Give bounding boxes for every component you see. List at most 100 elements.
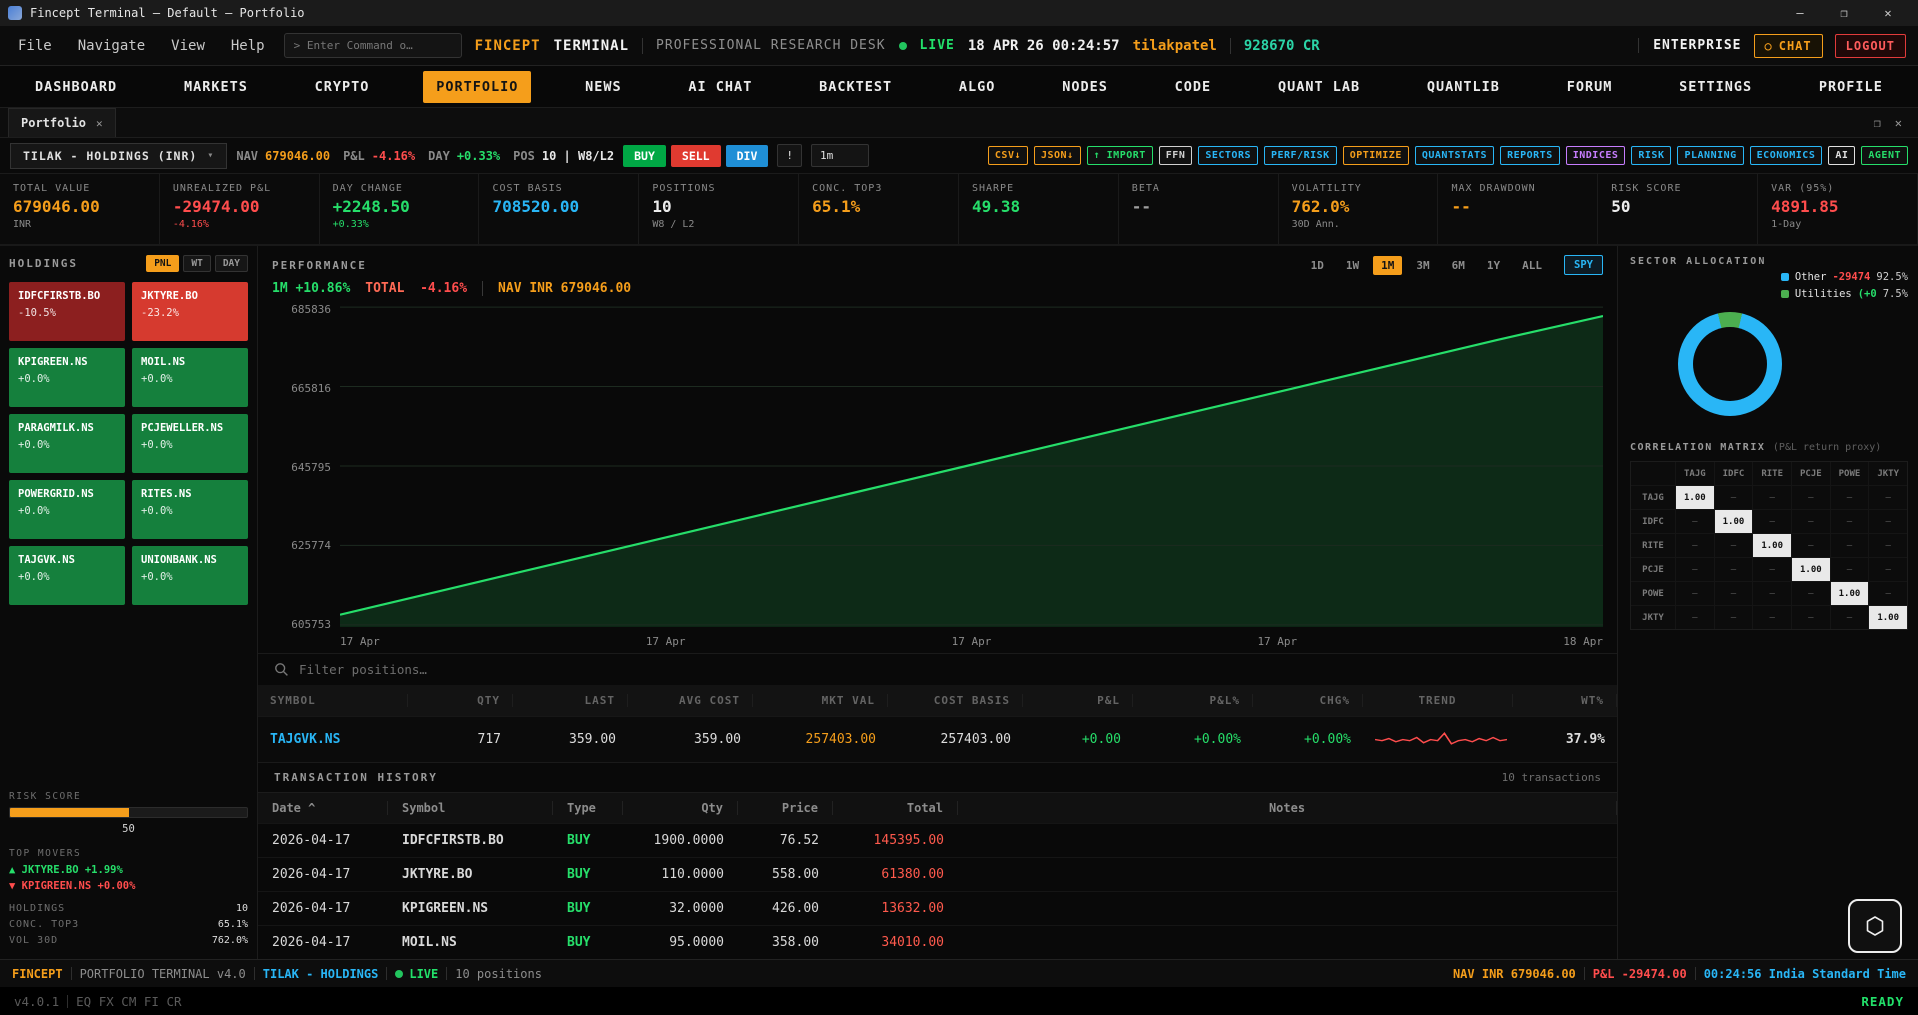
chat-button[interactable]: ○ CHAT xyxy=(1754,34,1823,58)
timeframe-1d[interactable]: 1D xyxy=(1303,256,1332,275)
transactions-col-date[interactable]: Date ^ xyxy=(258,801,388,815)
logout-button[interactable]: LOGOUT xyxy=(1835,34,1906,58)
tabbar-close-icon[interactable]: ✕ xyxy=(1895,116,1902,130)
menu-view[interactable]: View xyxy=(165,34,211,58)
positions-col-cost-basis[interactable]: COST BASIS xyxy=(888,694,1023,707)
sell-button[interactable]: SELL xyxy=(671,145,721,167)
close-icon[interactable]: ✕ xyxy=(1866,0,1910,26)
timeframe-1y[interactable]: 1Y xyxy=(1479,256,1508,275)
menu-help[interactable]: Help xyxy=(225,34,271,58)
menu-navigate[interactable]: Navigate xyxy=(72,34,151,58)
nav-tab-news[interactable]: NEWS xyxy=(572,71,635,103)
chip-sectors[interactable]: SECTORS xyxy=(1198,146,1258,165)
positions-col-chg[interactable]: CHG% xyxy=(1253,694,1363,707)
holding-tile-pcjeweller-ns[interactable]: PCJEWELLER.NS+0.0% xyxy=(132,414,248,473)
holding-tile-rites-ns[interactable]: RITES.NS+0.0% xyxy=(132,480,248,539)
tab-portfolio[interactable]: Portfolio ✕ xyxy=(8,108,116,137)
div-button[interactable]: DIV xyxy=(726,145,769,167)
tab-close-icon[interactable]: ✕ xyxy=(96,117,103,130)
nav-tab-nodes[interactable]: NODES xyxy=(1049,71,1121,103)
positions-col-last[interactable]: LAST xyxy=(513,694,628,707)
chip-optimize[interactable]: OPTIMIZE xyxy=(1343,146,1409,165)
nav-tab-quant-lab[interactable]: QUANT LAB xyxy=(1265,71,1373,103)
chip-ai[interactable]: AI xyxy=(1828,146,1855,165)
corr-cell-idfc-tajg: – xyxy=(1676,510,1714,533)
timeframe-1w[interactable]: 1W xyxy=(1338,256,1367,275)
nav-tab-markets[interactable]: MARKETS xyxy=(171,71,261,103)
portfolio-select-label: TILAK - HOLDINGS (INR) xyxy=(23,149,197,163)
menu-file[interactable]: File xyxy=(12,34,58,58)
holding-tile-paragmilk-ns[interactable]: PARAGMILK.NS+0.0% xyxy=(9,414,125,473)
transactions-col-price[interactable]: Price xyxy=(738,801,833,815)
chip-risk[interactable]: RISK xyxy=(1631,146,1671,165)
transactions-col-notes[interactable]: Notes xyxy=(958,801,1617,815)
chip-json[interactable]: JSON↓ xyxy=(1034,146,1081,165)
nav-tab-backtest[interactable]: BACKTEST xyxy=(806,71,905,103)
transactions-col-qty[interactable]: Qty xyxy=(623,801,738,815)
transactions-col-type[interactable]: Type xyxy=(553,801,623,815)
holding-tile-kpigreen-ns[interactable]: KPIGREEN.NS+0.0% xyxy=(9,348,125,407)
positions-col-wt[interactable]: WT% xyxy=(1513,694,1617,707)
chip-import[interactable]: ↑ IMPORT xyxy=(1087,146,1153,165)
positions-col-trend[interactable]: TREND xyxy=(1363,694,1513,707)
chip-csv[interactable]: CSV↓ xyxy=(988,146,1028,165)
holding-tile-moil-ns[interactable]: MOIL.NS+0.0% xyxy=(132,348,248,407)
nav-tab-quantlib[interactable]: QUANTLIB xyxy=(1414,71,1513,103)
positions-col-p-l[interactable]: P&L xyxy=(1023,694,1133,707)
nav-tab-profile[interactable]: PROFILE xyxy=(1806,71,1896,103)
maximize-icon[interactable]: ❐ xyxy=(1822,0,1866,26)
chip-planning[interactable]: PLANNING xyxy=(1677,146,1743,165)
alert-button[interactable]: ! xyxy=(777,144,802,167)
timeframe-3m[interactable]: 3M xyxy=(1408,256,1437,275)
holdings-mode-day[interactable]: DAY xyxy=(215,255,248,272)
holdings-mode-wt[interactable]: WT xyxy=(183,255,210,272)
positions-filter-input[interactable] xyxy=(299,662,1601,677)
holding-tile-jktyre-bo[interactable]: JKTYRE.BO-23.2% xyxy=(132,282,248,341)
chip-reports[interactable]: REPORTS xyxy=(1500,146,1560,165)
interval-select[interactable]: 1m xyxy=(811,144,869,167)
transaction-row-kpigreen-ns[interactable]: 2026-04-17KPIGREEN.NSBUY32.0000426.00136… xyxy=(258,891,1617,925)
holding-tile-unionbank-ns[interactable]: UNIONBANK.NS+0.0% xyxy=(132,546,248,605)
portfolio-select[interactable]: TILAK - HOLDINGS (INR) ▾ xyxy=(10,143,227,169)
holding-tile-tajgvk-ns[interactable]: TAJGVK.NS+0.0% xyxy=(9,546,125,605)
timeframe-all[interactable]: ALL xyxy=(1514,256,1550,275)
positions-col-p-l[interactable]: P&L% xyxy=(1133,694,1253,707)
chip-economics[interactable]: ECONOMICS xyxy=(1750,146,1823,165)
corr-col-idfc: IDFC xyxy=(1715,462,1753,485)
timeframe-1m[interactable]: 1M xyxy=(1373,256,1402,275)
nav-tab-ai-chat[interactable]: AI CHAT xyxy=(675,71,765,103)
nav-tab-crypto[interactable]: CRYPTO xyxy=(302,71,383,103)
position-row-tajgvk-ns[interactable]: TAJGVK.NS717359.00359.00257403.00257403.… xyxy=(258,716,1617,762)
assistant-fab-button[interactable] xyxy=(1848,899,1902,953)
chip-indices[interactable]: INDICES xyxy=(1566,146,1626,165)
chip-perf-risk[interactable]: PERF/RISK xyxy=(1264,146,1337,165)
chip-ffn[interactable]: FFN xyxy=(1159,146,1193,165)
nav-tab-dashboard[interactable]: DASHBOARD xyxy=(22,71,130,103)
positions-col-symbol[interactable]: SYMBOL xyxy=(258,694,408,707)
transaction-row-moil-ns[interactable]: 2026-04-17MOIL.NSBUY95.0000358.0034010.0… xyxy=(258,925,1617,959)
transaction-row-jktyre-bo[interactable]: 2026-04-17JKTYRE.BOBUY110.0000558.006138… xyxy=(258,857,1617,891)
minimize-icon[interactable]: — xyxy=(1778,0,1822,26)
nav-tab-portfolio[interactable]: PORTFOLIO xyxy=(423,71,531,103)
command-input[interactable] xyxy=(284,33,462,58)
chip-quantstats[interactable]: QUANTSTATS xyxy=(1415,146,1494,165)
benchmark-spy-button[interactable]: SPY xyxy=(1564,255,1603,275)
chip-agent[interactable]: AGENT xyxy=(1861,146,1908,165)
holding-tile-idfcfirstb-bo[interactable]: IDFCFIRSTB.BO-10.5% xyxy=(9,282,125,341)
nav-tab-forum[interactable]: FORUM xyxy=(1554,71,1626,103)
transactions-col-symbol[interactable]: Symbol xyxy=(388,801,553,815)
transactions-col-total[interactable]: Total xyxy=(833,801,958,815)
positions-col-mkt-val[interactable]: MKT VAL xyxy=(753,694,888,707)
corr-cell-powe-pcje: – xyxy=(1792,582,1830,605)
positions-col-avg-cost[interactable]: AVG COST xyxy=(628,694,753,707)
buy-button[interactable]: BUY xyxy=(623,145,666,167)
transaction-row-idfcfirstb-bo[interactable]: 2026-04-17IDFCFIRSTB.BOBUY1900.000076.52… xyxy=(258,823,1617,857)
nav-tab-code[interactable]: CODE xyxy=(1162,71,1225,103)
holding-tile-powergrid-ns[interactable]: POWERGRID.NS+0.0% xyxy=(9,480,125,539)
popout-icon[interactable]: ❐ xyxy=(1874,116,1881,130)
timeframe-6m[interactable]: 6M xyxy=(1444,256,1473,275)
nav-tab-settings[interactable]: SETTINGS xyxy=(1666,71,1765,103)
holdings-mode-pnl[interactable]: PNL xyxy=(146,255,179,272)
nav-tab-algo[interactable]: ALGO xyxy=(946,71,1009,103)
positions-col-qty[interactable]: QTY xyxy=(408,694,513,707)
